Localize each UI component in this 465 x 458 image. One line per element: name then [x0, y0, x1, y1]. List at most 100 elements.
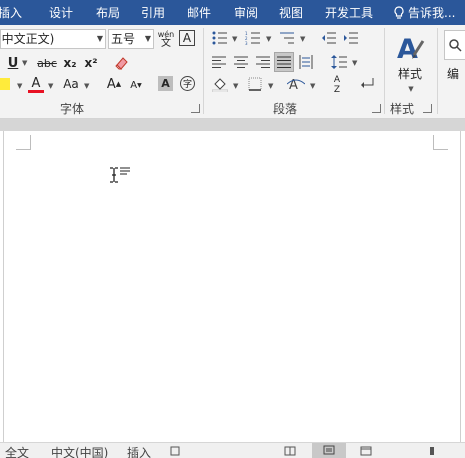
margin-corner-mark	[433, 135, 448, 150]
distributed-icon	[299, 55, 313, 69]
line-spacing-button[interactable]	[330, 54, 348, 70]
clear-formatting-button[interactable]	[113, 53, 131, 73]
multilevel-list-button[interactable]	[278, 30, 296, 46]
search-icon	[449, 39, 462, 52]
enclose-characters-button[interactable]: 字	[180, 76, 195, 91]
tab-mailings[interactable]: 邮件	[187, 4, 211, 21]
paragraph-format-icon	[120, 167, 130, 175]
tell-me-box[interactable]: 告诉我...	[393, 4, 455, 21]
font-name-select[interactable]: (中文正文) ▼	[0, 29, 106, 49]
chevron-down-icon: ▼	[266, 35, 272, 43]
font-size-value: 五号	[111, 32, 136, 46]
align-center-button[interactable]	[233, 54, 249, 70]
chevron-down-icon: ▼	[84, 82, 90, 90]
decrease-indent-button[interactable]	[320, 30, 338, 46]
distributed-button[interactable]	[298, 54, 314, 70]
phonetic-guide-bottom: 文	[161, 38, 171, 49]
eraser-icon	[115, 57, 128, 70]
sort-a-glyph: A	[333, 75, 341, 85]
ribbon-tab-bar: 插入 设计 布局 引用 邮件 审阅 视图 开发工具 告诉我...	[0, 0, 465, 25]
tab-design[interactable]: 设计	[49, 4, 73, 21]
character-border-button[interactable]: A	[179, 30, 195, 46]
align-left-button[interactable]	[211, 54, 227, 70]
status-word-count[interactable]: 全文	[5, 444, 29, 458]
shrink-font-button[interactable]: A ▼	[128, 77, 144, 93]
chevron-down-icon: ▼	[232, 35, 238, 43]
multilevel-list-icon	[280, 32, 294, 44]
show-formatting-marks-button[interactable]	[360, 75, 376, 93]
line-spacing-icon	[331, 55, 347, 69]
lightbulb-icon	[394, 6, 404, 19]
bullets-button[interactable]	[211, 30, 229, 46]
align-center-icon	[234, 56, 248, 68]
ribbon: (中文正文) ▼ 五号 ▼ wén 文 A U ▼ abc x₂ x² ▼ A …	[0, 25, 465, 119]
status-language[interactable]: 中文(中国)	[51, 444, 108, 458]
paint-bucket-icon	[212, 78, 228, 92]
numbering-button[interactable]: 123	[244, 30, 262, 46]
enclose-characters-glyph: 字	[182, 80, 192, 90]
tab-developer[interactable]: 开发工具	[325, 4, 373, 21]
shading-button[interactable]	[211, 75, 229, 93]
status-insert-mode[interactable]: 插入	[127, 444, 151, 458]
paragraph-group-label: 段落	[273, 102, 298, 116]
print-layout-view-button[interactable]	[312, 443, 346, 458]
tell-me-text: 告诉我...	[408, 6, 456, 20]
styles-dialog-launcher-icon[interactable]	[423, 104, 432, 113]
grow-font-button[interactable]: A ▲	[106, 75, 122, 93]
print-layout-icon	[323, 445, 335, 455]
change-case-button[interactable]: Aa	[62, 76, 80, 92]
align-left-icon	[212, 56, 226, 68]
tab-layout[interactable]: 布局	[96, 4, 120, 21]
character-shading-button[interactable]: A	[158, 76, 173, 91]
underline-button[interactable]: U	[6, 54, 20, 72]
styles-group-label: 样式	[390, 102, 415, 116]
paragraph-dialog-launcher-icon[interactable]	[372, 104, 381, 113]
styles-gallery-button[interactable]: A 样式 ▼	[390, 30, 430, 94]
subscript-button[interactable]: x₂	[62, 54, 78, 72]
chevron-down-icon: ▼	[144, 34, 151, 43]
font-dialog-launcher-icon[interactable]	[191, 104, 200, 113]
font-size-select[interactable]: 五号 ▼	[108, 29, 154, 49]
macro-record-icon[interactable]	[170, 446, 180, 456]
editing-label-partial: 编	[447, 67, 460, 81]
tab-references[interactable]: 引用	[141, 4, 165, 21]
strikethrough-button[interactable]: abc	[36, 54, 58, 72]
increase-indent-button[interactable]	[342, 30, 360, 46]
borders-icon	[248, 77, 262, 91]
chevron-down-icon: ▼	[352, 59, 358, 67]
tab-review[interactable]: 审阅	[234, 4, 258, 21]
tab-insert[interactable]: 插入	[0, 4, 22, 21]
styles-icon: A	[397, 34, 425, 62]
justify-button[interactable]	[274, 52, 294, 72]
highlight-color-swatch[interactable]	[0, 78, 10, 90]
change-case-glyph: Aa	[63, 77, 79, 91]
asian-layout-icon: A	[287, 78, 305, 92]
chevron-down-icon: ▼	[310, 82, 316, 90]
underline-glyph: U	[7, 55, 19, 71]
find-button[interactable]	[444, 30, 465, 60]
phonetic-guide-button[interactable]: wén 文	[157, 28, 175, 50]
align-right-button[interactable]	[255, 54, 271, 70]
asian-layout-button[interactable]: A	[286, 75, 306, 93]
superscript-button[interactable]: x²	[83, 54, 99, 72]
chevron-down-icon: ▼	[22, 59, 28, 67]
status-bar: 全文 中文(中国) 插入	[0, 442, 465, 458]
font-color-button[interactable]: A	[28, 75, 44, 93]
tab-view[interactable]: 视图	[279, 4, 303, 21]
superscript-glyph: x²	[84, 56, 98, 70]
character-border-glyph: A	[182, 31, 192, 45]
document-page[interactable]	[3, 131, 461, 442]
ruler-strip	[0, 119, 465, 131]
borders-button[interactable]	[246, 75, 264, 93]
chevron-down-icon: ▼	[233, 82, 239, 90]
zoom-slider-handle[interactable]	[430, 447, 434, 455]
sort-button[interactable]: A Z	[329, 74, 345, 96]
shrink-font-glyph: A	[130, 79, 138, 91]
web-layout-icon[interactable]	[360, 446, 372, 456]
margin-corner-mark	[16, 135, 31, 150]
group-divider	[384, 28, 385, 114]
chevron-down-icon: ▼	[48, 82, 54, 90]
return-arrow-icon	[361, 78, 374, 88]
read-mode-icon[interactable]	[284, 446, 296, 456]
increase-indent-icon	[344, 32, 358, 44]
